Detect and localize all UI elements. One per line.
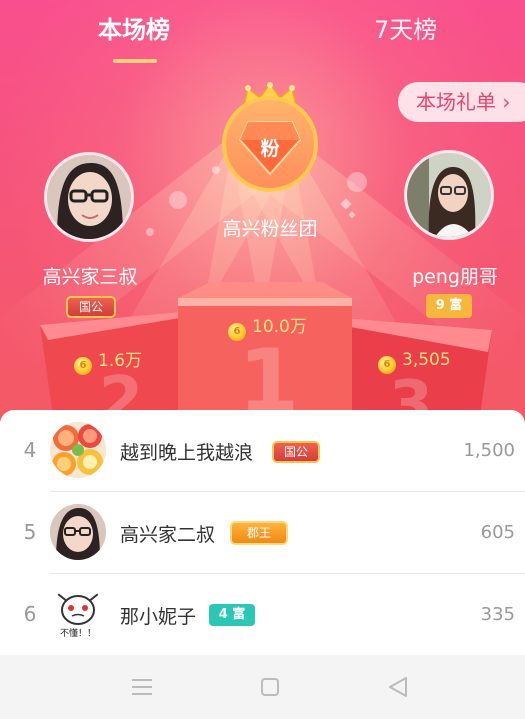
badge-fu-level: 4 富: [209, 604, 255, 626]
ranking-list: 4 越到晚上我越浪 国公 1,500 5 高兴家二叔 郡王 605 6 不懂！！…: [0, 410, 525, 655]
third-place-score-value: 3,505: [402, 350, 451, 370]
badge-junwang: 郡王: [230, 521, 288, 545]
user-name: 越到晚上我越浪: [120, 442, 254, 464]
leaderboard-tabs: 本场榜 7天榜: [0, 10, 525, 63]
avatar[interactable]: [50, 422, 106, 478]
contribution-value: 1,500: [463, 440, 515, 461]
third-place-avatar[interactable]: [404, 150, 494, 240]
coin-icon: 6: [378, 356, 396, 374]
coin-icon: 6: [228, 323, 246, 341]
contribution-value: 335: [480, 604, 515, 625]
first-place-name: 高兴粉丝团: [222, 218, 318, 240]
avatar[interactable]: 不懂！！: [50, 586, 106, 642]
second-place-score: 6 1.6万: [74, 346, 142, 375]
active-tab-indicator: [113, 59, 157, 63]
second-place-score-value: 1.6万: [98, 351, 143, 371]
ranking-row[interactable]: 6 不懂！！ 那小妮子 4 富 335: [0, 574, 525, 656]
home-square-icon[interactable]: [250, 671, 290, 703]
rank-number: 6: [23, 602, 37, 626]
second-place-avatar[interactable]: [44, 152, 134, 242]
badge-fu-level: 9 富: [426, 294, 472, 318]
second-place-name: 高兴家三叔: [42, 266, 138, 288]
badge-guogong: 国公: [66, 296, 116, 318]
third-place-score: 6 3,505: [378, 350, 451, 374]
first-place-score: 6 10.0万: [228, 312, 307, 341]
system-navigation-bar: [0, 655, 525, 719]
avatar[interactable]: [50, 504, 106, 560]
third-place-name: peng朋哥: [412, 266, 498, 288]
user-name: 那小妮子: [120, 606, 197, 628]
ranking-row[interactable]: 5 高兴家二叔 郡王 605: [0, 492, 525, 574]
coin-icon: 6: [74, 357, 92, 375]
rank-number: 4: [23, 438, 37, 462]
contribution-value: 605: [480, 522, 515, 543]
rank-number: 5: [23, 520, 37, 544]
ranking-row[interactable]: 4 越到晚上我越浪 国公 1,500: [0, 410, 525, 492]
avatar-caption: 不懂！！: [59, 629, 96, 639]
first-place-score-value: 10.0万: [252, 317, 307, 337]
fan-badge-label: 粉: [260, 138, 280, 160]
back-triangle-icon[interactable]: [378, 671, 418, 703]
badge-guogong: 国公: [272, 441, 320, 463]
tab-seven-days[interactable]: 7天榜: [374, 10, 437, 45]
gift-list-button[interactable]: 本场礼单 ›: [398, 82, 525, 122]
tab-current-session[interactable]: 本场榜: [98, 10, 170, 45]
user-name: 高兴家二叔: [120, 524, 216, 546]
menu-icon[interactable]: [122, 671, 162, 703]
